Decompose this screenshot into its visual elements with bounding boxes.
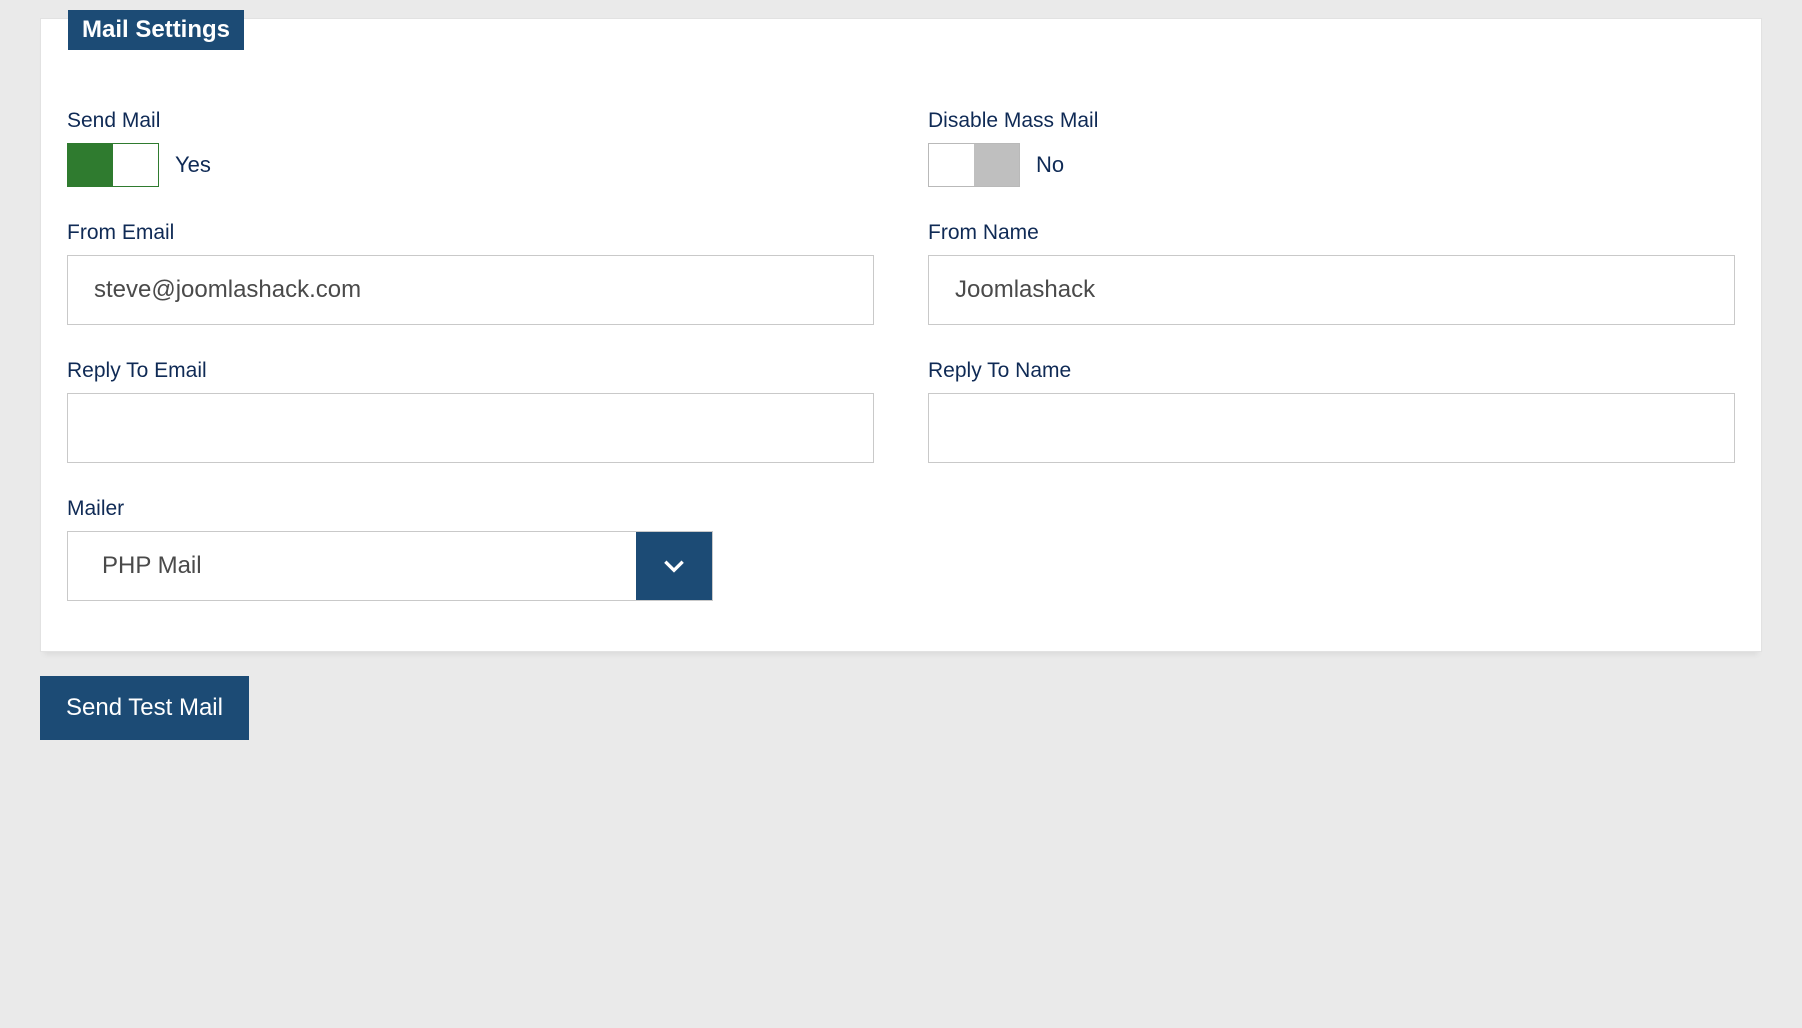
reply-to-name-label: Reply To Name xyxy=(928,359,1735,383)
send-test-mail-button[interactable]: Send Test Mail xyxy=(40,676,249,740)
reply-to-email-input[interactable] xyxy=(67,393,874,463)
from-name-label: From Name xyxy=(928,221,1735,245)
field-from-name: From Name xyxy=(928,221,1735,325)
chevron-down-icon xyxy=(636,532,712,600)
field-from-email: From Email xyxy=(67,221,874,325)
from-email-input[interactable] xyxy=(67,255,874,325)
mailer-selected-value: PHP Mail xyxy=(68,532,636,600)
mailer-label: Mailer xyxy=(67,497,874,521)
field-reply-to-name: Reply To Name xyxy=(928,359,1735,463)
send-mail-label: Send Mail xyxy=(67,109,874,133)
send-mail-toggle[interactable] xyxy=(67,143,159,187)
from-name-input[interactable] xyxy=(928,255,1735,325)
reply-to-name-input[interactable] xyxy=(928,393,1735,463)
field-send-mail: Send Mail Yes xyxy=(67,109,874,187)
reply-to-email-label: Reply To Email xyxy=(67,359,874,383)
mailer-select[interactable]: PHP Mail xyxy=(67,531,713,601)
disable-mass-mail-label: Disable Mass Mail xyxy=(928,109,1735,133)
mail-settings-panel: Mail Settings Send Mail Yes xyxy=(40,18,1762,652)
field-reply-to-email: Reply To Email xyxy=(67,359,874,463)
field-mailer: Mailer PHP Mail xyxy=(67,497,874,601)
disable-mass-mail-state-label: No xyxy=(1036,152,1064,178)
from-email-label: From Email xyxy=(67,221,874,245)
field-disable-mass-mail: Disable Mass Mail No xyxy=(928,109,1735,187)
panel-title: Mail Settings xyxy=(68,10,244,50)
send-mail-state-label: Yes xyxy=(175,152,211,178)
disable-mass-mail-toggle[interactable] xyxy=(928,143,1020,187)
